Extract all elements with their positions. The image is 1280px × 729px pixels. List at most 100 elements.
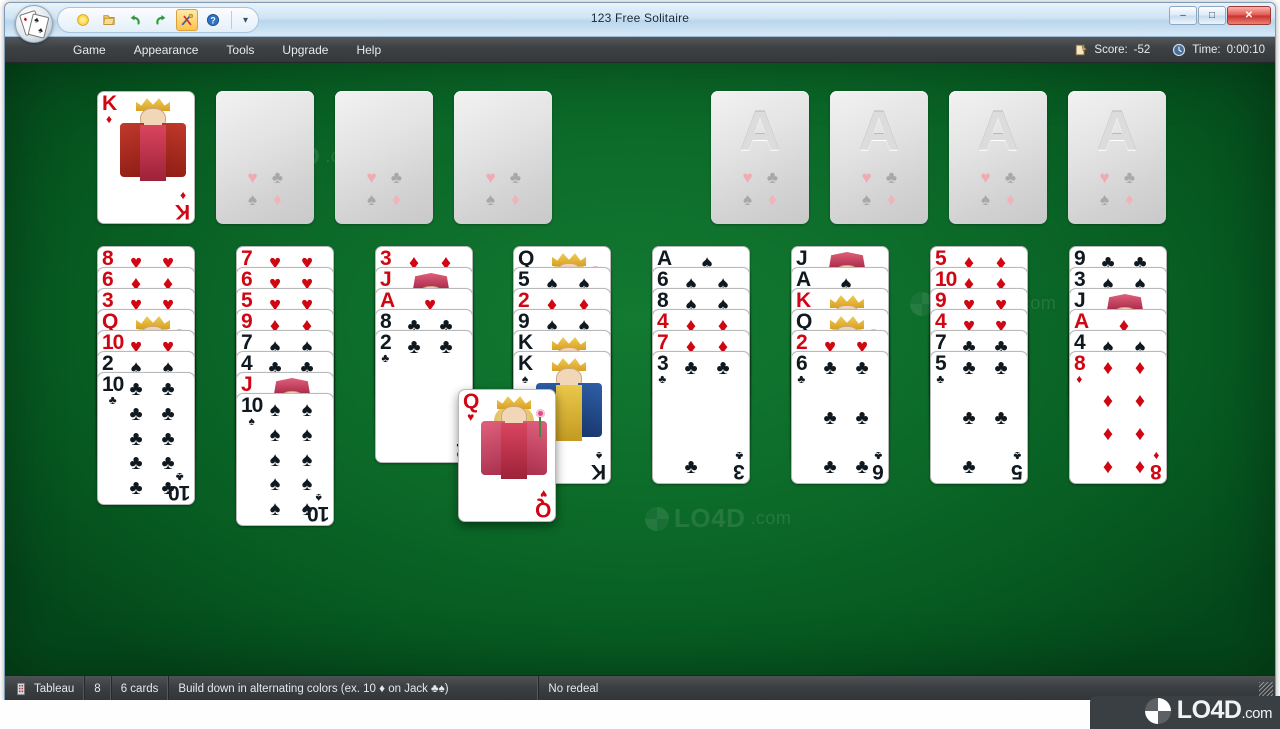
tableau-column-2-card-8[interactable]: 10 ♠ ♠ ♠ ♠ ♠ ♠ ♠ ♠ ♠ ♠ ♠ 10 ♠	[236, 393, 334, 526]
menu-appearance[interactable]: Appearance	[120, 37, 213, 63]
menu-upgrade[interactable]: Upgrade	[268, 37, 342, 63]
watermark-domain-3: .com	[750, 508, 792, 528]
card-rank: 9	[518, 310, 530, 333]
card-rank: 4	[657, 310, 669, 333]
slot-suit-pips: ♥ ♣ ♠ ♦	[949, 169, 1047, 208]
card-rank-corner: K ♦	[102, 93, 117, 125]
card-suit-bottom: ♥	[539, 487, 547, 501]
card-suit-bottom: ♠	[595, 449, 603, 463]
slot-pip: ♦	[392, 190, 401, 209]
status-rule-text: Build down in alternating colors (ex. 10…	[168, 676, 539, 701]
watermark-brand-3: LO4D	[674, 503, 746, 533]
resize-grip[interactable]	[1259, 682, 1273, 696]
foundation-2[interactable]: A ♥ ♣ ♠ ♦	[830, 91, 928, 224]
card-rank-corner: 2 ♣	[380, 331, 392, 365]
logo-card-front: ♣ ♣	[27, 13, 50, 39]
card-pip: ♣	[962, 456, 976, 478]
tableau-column-1-card-7[interactable]: 10 ♣ ♣ ♣ ♣ ♣ ♣ ♣ ♣ ♣ ♣ ♣ 10 ♣	[97, 372, 195, 505]
menu-game[interactable]: Game	[59, 37, 120, 63]
card-rank-corner-bottom: 10 ♠	[307, 491, 329, 525]
card-rank-bottom: 10	[307, 502, 329, 525]
card-rank: 8	[102, 247, 114, 270]
card-rank-bottom: 10	[168, 481, 190, 504]
card-rank: 2	[380, 331, 392, 354]
card-pip: ♦	[1134, 423, 1146, 445]
minimize-button[interactable]: –	[1169, 6, 1197, 25]
maximize-button[interactable]: □	[1198, 6, 1226, 25]
card-suit: ♠	[521, 372, 529, 386]
app-logo-icon[interactable]: ♦ ♦ ♣ ♣	[15, 5, 53, 43]
card-rank: 2	[796, 331, 808, 354]
card-pip-area: ♦ ♦ ♦ ♦ ♦ ♦ ♦ ♦	[1092, 358, 1156, 477]
card-rank-bottom: Q	[535, 498, 551, 521]
free-cell-3[interactable]: ♥ ♣ ♠ ♦	[335, 91, 433, 224]
slot-suit-pips: ♥ ♣ ♠ ♦	[830, 169, 928, 208]
card-pip: ♣	[129, 452, 143, 475]
card-pip-area: ♣ ♣ ♣	[675, 358, 739, 477]
window-title: 123 Free Solitaire	[590, 11, 690, 25]
card-rank-corner: K ♠	[518, 353, 533, 386]
slot-pip: ♠	[485, 190, 496, 209]
tableau-column-7-card-6[interactable]: 5 ♣ ♣ ♣ ♣ ♣ ♣ 5 ♣	[930, 351, 1028, 484]
card-suit: ♣	[797, 372, 806, 386]
card-rank: Q	[518, 247, 534, 270]
slot-pip: ♣	[885, 168, 898, 187]
tableau-column-6-card-6[interactable]: 6 ♣ ♣ ♣ ♣ ♣ ♣ ♣ 6 ♣	[791, 351, 889, 484]
card-pip: ♣	[129, 402, 143, 425]
slot-pip: ♣	[509, 168, 522, 187]
card-rank: 9	[241, 310, 253, 333]
time-display: Time: 0:00:10	[1172, 43, 1265, 57]
page-bottom-strip	[0, 700, 1280, 729]
card-pip: ♣	[684, 456, 698, 478]
hud: Score: -52 Time: 0:00:10	[1074, 37, 1265, 63]
game-board[interactable]: LO4D .com LO4D .com LO4D .com K♦K♦♥♣♠♦♥♣…	[5, 63, 1275, 675]
foundation-ghost-rank: A	[1096, 99, 1138, 162]
card-suit-bottom: ♣	[1013, 449, 1022, 463]
card-rank: 8	[380, 310, 392, 333]
tableau-column-8-card-6[interactable]: 8 ♦ ♦ ♦ ♦ ♦ ♦ ♦ ♦ ♦ 8 ♦	[1069, 351, 1167, 484]
foundation-3[interactable]: A ♥ ♣ ♠ ♦	[949, 91, 1047, 224]
card-rank-bottom: 8	[1151, 460, 1162, 483]
foundation-4[interactable]: A ♥ ♣ ♠ ♦	[1068, 91, 1166, 224]
card-pip: ♠	[269, 498, 281, 520]
card-rank-corner-bottom: 6 ♣	[873, 449, 884, 483]
card-rank: 5	[518, 268, 530, 291]
scorecard-icon	[1076, 44, 1088, 56]
card-rank: 2	[102, 352, 114, 375]
menu-tools[interactable]: Tools	[212, 37, 268, 63]
foundation-1[interactable]: A ♥ ♣ ♠ ♦	[711, 91, 809, 224]
card-pip: ♣	[855, 357, 869, 379]
slot-pip: ♦	[273, 190, 282, 209]
card-pip: ♠	[301, 448, 313, 471]
card-pip: ♣	[962, 357, 976, 379]
card-pip: ♣	[994, 357, 1008, 379]
status-pile-index: 8	[84, 676, 111, 701]
slot-suit-pips: ♥ ♣ ♠ ♦	[454, 169, 552, 208]
screenshot-root: ♦ ♦ ♣ ♣	[0, 0, 1280, 729]
score-display: Score: -52	[1074, 43, 1150, 57]
card-rank-corner: Q ♥	[463, 391, 479, 423]
card-pip: ♣	[161, 378, 175, 400]
close-button[interactable]: ✕	[1227, 6, 1271, 25]
tableau-column-5-card-6[interactable]: 3 ♣ ♣ ♣ ♣ 3 ♣	[652, 351, 750, 484]
card-suit-bottom: ♣	[175, 470, 184, 484]
card-rank: 7	[935, 331, 947, 354]
card-rank: 8	[1074, 352, 1086, 375]
card-rank-corner-bottom: K ♠	[592, 449, 606, 483]
slot-suit-pips: ♥ ♣ ♠ ♦	[711, 169, 809, 208]
card-rank: 4	[1074, 331, 1086, 354]
card-pip-area: ♣ ♣	[398, 337, 462, 456]
card-suit: ♣	[381, 351, 390, 365]
card-pip: ♣	[823, 456, 837, 478]
free-cell-2[interactable]: ♥ ♣ ♠ ♦	[216, 91, 314, 224]
free-cell-4[interactable]: ♥ ♣ ♠ ♦	[454, 91, 552, 224]
card-rank: 7	[657, 331, 669, 354]
card-pip: ♦	[1102, 423, 1114, 445]
menu-help[interactable]: Help	[342, 37, 395, 63]
card-pip: ♣	[716, 357, 730, 379]
card-rank-bottom: K	[175, 200, 190, 223]
free-cell-1[interactable]: K ♦ K ♦	[97, 91, 195, 224]
card-rank: K	[518, 331, 533, 354]
dragged-card[interactable]: Q ♥ Q ♥	[458, 389, 556, 522]
card-pip: ♣	[129, 477, 143, 499]
